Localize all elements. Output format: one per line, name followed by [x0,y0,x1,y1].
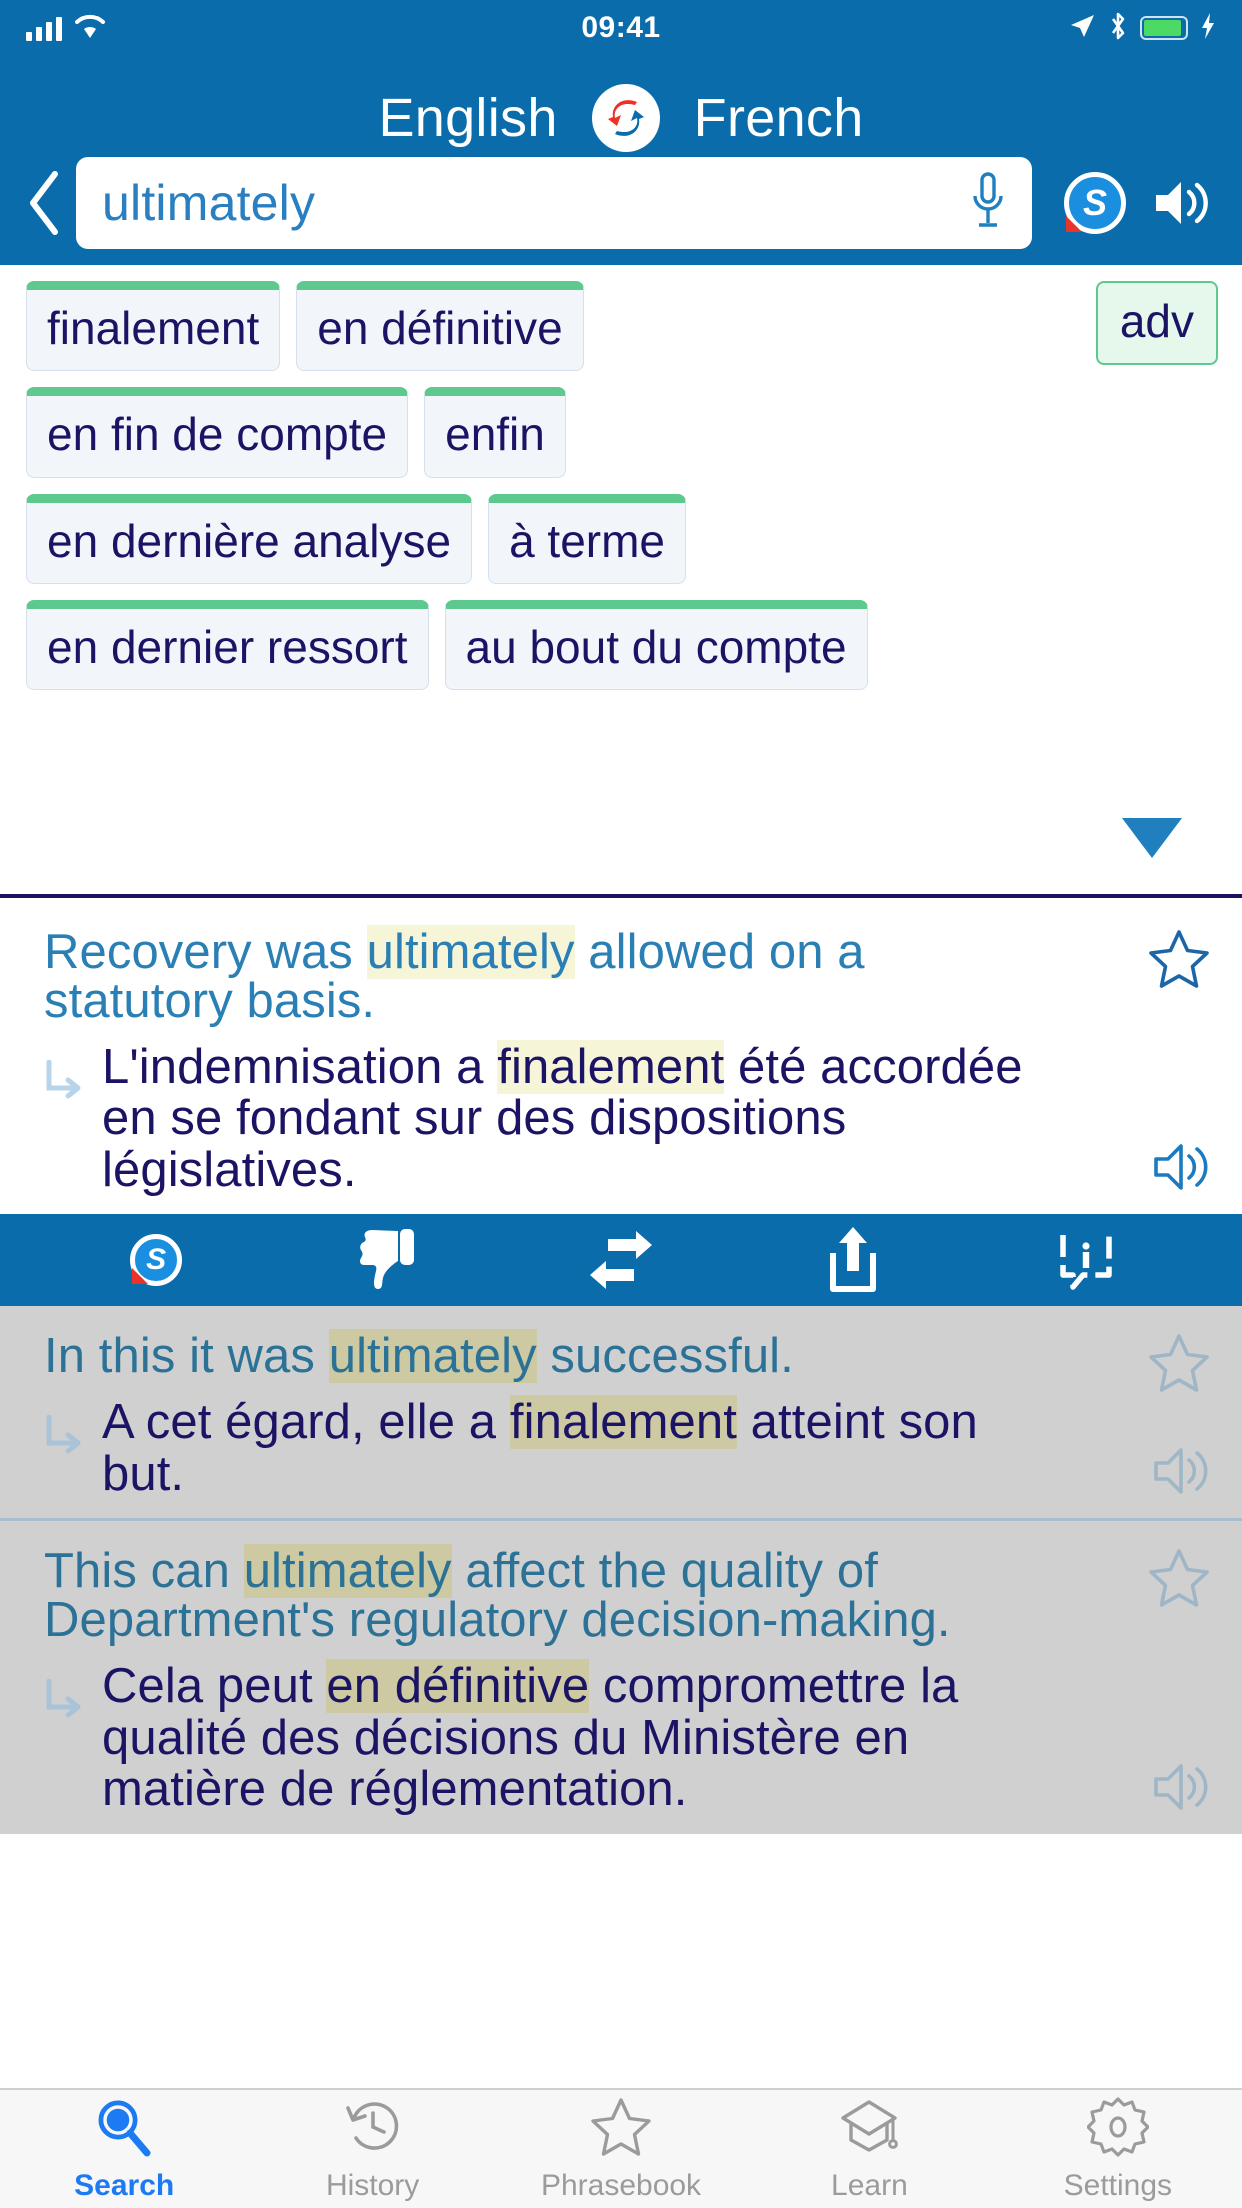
translation-chip[interactable]: au bout du compte [444,599,868,691]
star-outline-icon[interactable] [1146,928,1212,997]
target-highlight: finalement [497,1040,725,1094]
examples-list: Recovery was ultimately allowed on a sta… [0,902,1242,2094]
share-upload-icon[interactable] [793,1214,913,1306]
source-highlight: ultimately [243,1544,452,1599]
bottom-tab-bar: Search History Phrasebook Learn Settings [0,2088,1242,2208]
target-before: L'indemnisation a [102,1040,498,1094]
example-target-row: L'indemnisation a finalement été accordé… [44,1040,1212,1196]
chip-row: en dernier ressort au bout du compte [26,599,1026,691]
speaker-icon[interactable] [1150,1759,1212,1820]
target-before: Cela peut [102,1659,327,1714]
tab-label: Settings [1063,2168,1173,2202]
star-icon [589,2096,653,2163]
chevron-down-icon[interactable] [1122,818,1182,858]
tab-phrasebook[interactable]: Phrasebook [497,2090,745,2208]
source-highlight: ultimately [328,1329,537,1384]
reverso-context-icon[interactable]: S [1052,172,1138,234]
example-source-text: Recovery was ultimately allowed on a sta… [44,925,1212,1026]
graduation-cap-icon [837,2096,901,2163]
app-screen: 09:41 English French ultimately S finale… [0,0,1242,2208]
tab-learn[interactable]: Learn [745,2090,993,2208]
back-chevron-icon[interactable] [14,170,76,236]
translation-chip[interactable]: en dernière analyse [26,493,473,584]
source-highlight: ultimately [366,925,575,979]
search-input[interactable]: ultimately [76,157,1032,249]
clock-back-icon [342,2096,404,2163]
microphone-icon[interactable] [966,170,1010,237]
example-target-text: Cela peut en définitive compromettre la … [102,1659,1072,1815]
example-target-text: A cet égard, elle a finalement atteint s… [102,1395,1072,1500]
reverso-context-icon[interactable]: S [96,1214,216,1306]
speaker-icon[interactable] [1150,1139,1212,1200]
source-before: This can [44,1544,244,1599]
translation-chip[interactable]: en fin de compte [26,387,409,478]
translation-arrow-icon [44,1042,84,1196]
context-badge: S [130,1234,183,1287]
context-badge: S [1064,172,1126,234]
tab-label: Learn [831,2168,908,2202]
source-before: Recovery was [44,925,367,979]
translation-chip[interactable]: en dernier ressort [26,599,429,691]
panel-divider [0,894,1242,898]
magnifier-icon [93,2096,155,2163]
tab-history[interactable]: History [248,2090,496,2208]
part-of-speech-chip[interactable]: adv [1095,281,1218,366]
translation-chip[interactable]: enfin [424,387,566,478]
target-language-button[interactable]: French [694,87,864,149]
example-item[interactable]: This can ultimately affect the quality o… [0,1521,1242,1834]
app-header: English French ultimately S [0,56,1242,265]
search-input-value[interactable]: ultimately [102,174,966,232]
translation-chip[interactable]: en définitive [296,281,584,372]
star-outline-icon[interactable] [1146,1547,1212,1616]
target-highlight: finalement [509,1395,737,1450]
translation-chip-rows: finalement en définitive en fin de compt… [26,281,1026,691]
translations-panel: finalement en définitive en fin de compt… [0,265,1242,898]
translation-arrow-icon [44,1397,84,1500]
thumbs-down-icon[interactable] [329,1214,449,1306]
tab-search[interactable]: Search [0,2090,248,2208]
translation-chip[interactable]: finalement [26,281,281,372]
tab-label: Search [74,2168,175,2202]
example-item[interactable]: In this it was ultimately successful. A … [0,1306,1242,1519]
info-comment-icon[interactable] [1026,1214,1146,1306]
chip-row: en fin de compte enfin [26,387,1026,478]
source-before: In this it was [44,1329,329,1384]
language-switcher: English French [0,56,1242,166]
source-after: successful. [536,1329,794,1384]
tab-settings[interactable]: Settings [994,2090,1242,2208]
target-highlight: en définitive [326,1659,590,1714]
translation-arrow-icon [44,1661,84,1815]
chip-row: en dernière analyse à terme [26,493,1026,584]
search-row: ultimately S [0,151,1242,255]
target-before: A cet égard, elle a [102,1395,510,1450]
translation-chip[interactable]: à terme [488,493,687,584]
example-target-row: A cet égard, elle a finalement atteint s… [44,1395,1212,1500]
gear-icon [1086,2096,1150,2163]
example-item[interactable]: Recovery was ultimately allowed on a sta… [0,902,1242,1215]
example-target-text: L'indemnisation a finalement été accordé… [102,1040,1072,1196]
example-source-text: This can ultimately affect the quality o… [44,1544,1212,1645]
swap-languages-icon[interactable] [591,84,660,152]
chip-row: finalement en définitive [26,281,1026,372]
example-source-text: In this it was ultimately successful. [44,1329,1212,1384]
speaker-icon[interactable] [1150,1443,1212,1504]
tab-label: Phrasebook [540,2168,702,2202]
status-bar-clock: 09:41 [581,11,661,44]
tab-label: History [325,2168,420,2202]
example-action-bar: S [0,1214,1242,1307]
status-bar: 09:41 [0,0,1242,56]
swap-arrows-icon[interactable] [561,1214,681,1306]
source-language-button[interactable]: English [378,87,557,149]
star-outline-icon[interactable] [1146,1332,1212,1401]
speaker-icon[interactable] [1138,175,1224,231]
example-target-row: Cela peut en définitive compromettre la … [44,1659,1212,1815]
